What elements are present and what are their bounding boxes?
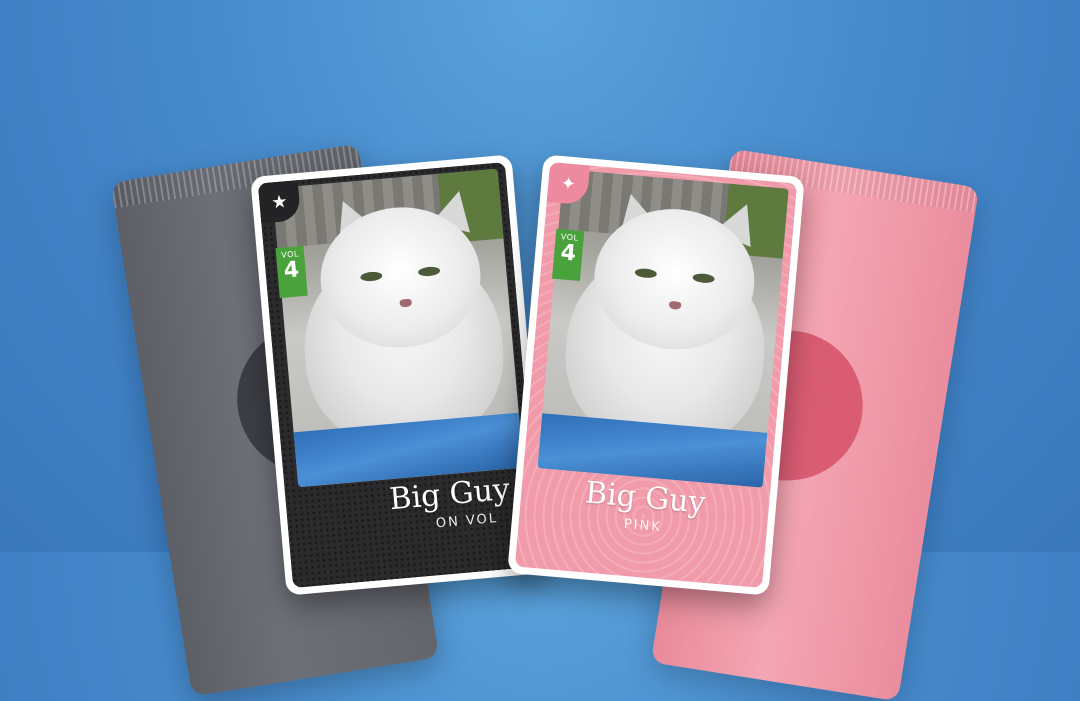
- card-face: ✦ VOL 4 Big Guy PINK: [514, 161, 798, 589]
- card-big-guy-pink[interactable]: ✦ VOL 4 Big Guy PINK: [507, 154, 805, 596]
- vol-number: 4: [559, 240, 577, 267]
- cat-photo: [537, 169, 789, 488]
- vol-badge: VOL 4: [552, 228, 585, 282]
- card-big-guy-dark[interactable]: ★ VOL 4 Big Guy ON VOL: [250, 154, 548, 596]
- cat-photo: [272, 168, 524, 488]
- vol-badge: VOL 4: [275, 245, 308, 299]
- card-face: ★ VOL 4 Big Guy ON VOL: [257, 161, 541, 589]
- vol-number: 4: [282, 257, 301, 284]
